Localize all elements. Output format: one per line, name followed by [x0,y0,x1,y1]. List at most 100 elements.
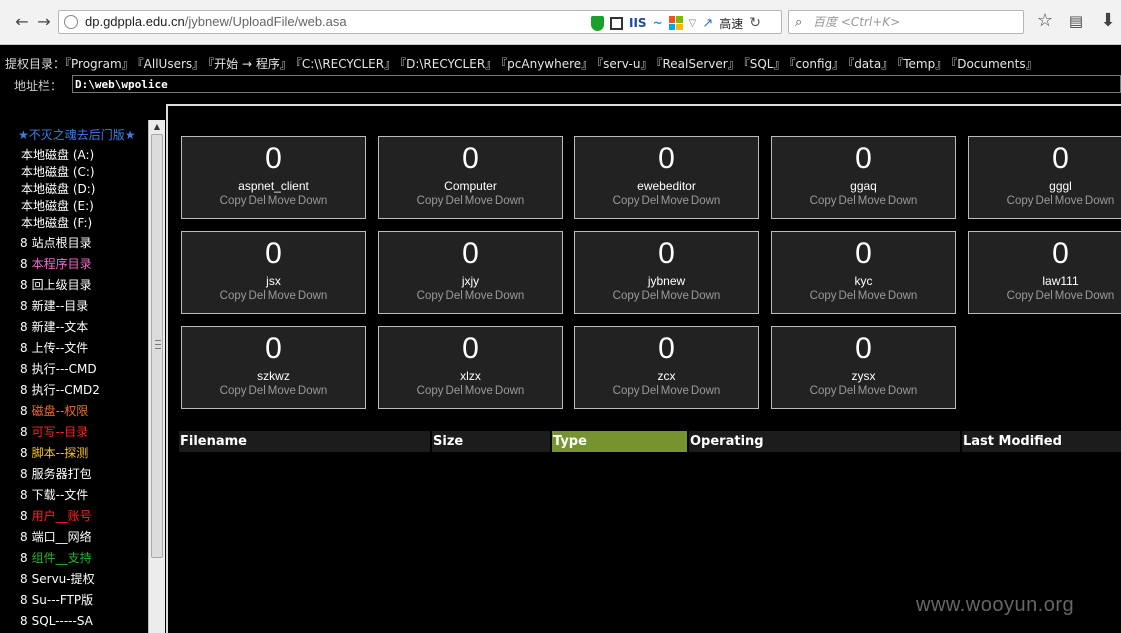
del-link[interactable]: Del [446,385,463,397]
down-link[interactable]: Down [1085,195,1114,207]
column-header-last-modified[interactable]: Last Modified [962,431,1121,452]
move-link[interactable]: Move [465,195,493,207]
down-link[interactable]: Down [298,195,327,207]
down-link[interactable]: Down [495,290,524,302]
sidebar-menu-item[interactable]: 8 执行---CMD [20,359,100,380]
del-link[interactable]: Del [839,385,856,397]
del-link[interactable]: Del [642,195,659,207]
down-link[interactable]: Down [888,385,917,397]
down-link[interactable]: Down [691,385,720,397]
move-link[interactable]: Move [465,385,493,397]
folder-card[interactable]: 0 szkwz Copy Del Move Down [181,326,366,409]
sidebar-menu-item[interactable]: 8 执行--CMD2 [20,380,100,401]
folder-card[interactable]: 0 jxjy Copy Del Move Down [378,231,563,314]
del-link[interactable]: Del [839,290,856,302]
sidebar-menu-item[interactable]: 8 Servu-提权 [20,569,100,590]
del-link[interactable]: Del [446,290,463,302]
search-box[interactable]: ⌕ [788,10,1024,34]
back-arrow-icon[interactable]: ← [14,12,30,32]
move-link[interactable]: Move [1055,195,1083,207]
sidebar-menu-item[interactable]: 8 上传--文件 [20,338,100,359]
move-link[interactable]: Move [268,385,296,397]
move-link[interactable]: Move [858,290,886,302]
del-link[interactable]: Del [249,195,266,207]
disk-item[interactable]: 本地磁盘 (C:) [21,164,95,181]
folder-name[interactable]: zysx [772,369,955,384]
shield-icon[interactable] [591,15,604,31]
folder-name[interactable]: gggl [969,179,1121,194]
copy-link[interactable]: Copy [220,290,247,302]
move-link[interactable]: Move [1055,290,1083,302]
column-header-size[interactable]: Size [432,431,550,452]
iis-icon[interactable]: IIS [629,16,647,30]
folder-card[interactable]: 0 law111 Copy Del Move Down [968,231,1121,314]
column-header-filename[interactable]: Filename [179,431,430,452]
privilege-link[interactable]: 『Program』 [65,57,134,71]
down-link[interactable]: Down [691,195,720,207]
folder-card[interactable]: 0 aspnet_client Copy Del Move Down [181,136,366,219]
down-link[interactable]: Down [495,195,524,207]
folder-card[interactable]: 0 jybnew Copy Del Move Down [574,231,759,314]
folder-name[interactable]: xlzx [379,369,562,384]
folder-name[interactable]: law111 [969,274,1121,289]
down-link[interactable]: Down [888,195,917,207]
del-link[interactable]: Del [249,290,266,302]
folder-name[interactable]: jsx [182,274,365,289]
folder-name[interactable]: kyc [772,274,955,289]
reading-list-icon[interactable]: ▤ [1066,11,1086,31]
move-link[interactable]: Move [858,385,886,397]
disk-item[interactable]: 本地磁盘 (E:) [21,198,95,215]
folder-card[interactable]: 0 Computer Copy Del Move Down [378,136,563,219]
folder-name[interactable]: jxjy [379,274,562,289]
address-input[interactable] [72,75,1121,93]
copy-link[interactable]: Copy [220,385,247,397]
sidebar-menu-item[interactable]: 8 可写--目录 [20,422,100,443]
copy-link[interactable]: Copy [613,385,640,397]
folder-name[interactable]: szkwz [182,369,365,384]
down-link[interactable]: Down [1085,290,1114,302]
del-link[interactable]: Del [642,290,659,302]
disk-item[interactable]: 本地磁盘 (A:) [21,147,95,164]
folder-card[interactable]: 0 zcx Copy Del Move Down [574,326,759,409]
copy-link[interactable]: Copy [417,385,444,397]
down-link[interactable]: Down [691,290,720,302]
sidebar-menu-item[interactable]: 8 组件__支持 [20,548,100,569]
copy-link[interactable]: Copy [417,195,444,207]
search-input[interactable] [813,13,1018,31]
del-link[interactable]: Del [642,385,659,397]
copy-link[interactable]: Copy [417,290,444,302]
folder-card[interactable]: 0 ewebeditor Copy Del Move Down [574,136,759,219]
sidebar-menu-item[interactable]: 8 用户__账号 [20,506,100,527]
folder-card[interactable]: 0 kyc Copy Del Move Down [771,231,956,314]
folder-name[interactable]: jybnew [575,274,758,289]
folder-name[interactable]: aspnet_client [182,179,365,194]
privilege-link[interactable]: 『SQL』 [744,57,786,71]
reload-icon[interactable]: ↻ [749,15,761,31]
dropdown-triangle-icon[interactable]: ▽ [689,18,697,29]
move-link[interactable]: Move [661,195,689,207]
privilege-link[interactable]: 『config』 [789,57,844,71]
qr-code-icon[interactable] [610,16,623,30]
privilege-link[interactable]: 『serv-u』 [597,57,652,71]
forward-arrow-icon[interactable]: → [36,12,52,32]
privilege-link[interactable]: 『Documents』 [951,57,1037,71]
privilege-link[interactable]: 『C:\\RECYCLER』 [296,57,396,71]
del-link[interactable]: Del [839,195,856,207]
folder-name[interactable]: zcx [575,369,758,384]
privilege-link[interactable]: 『开始 → 程序』 [208,57,292,71]
move-link[interactable]: Move [858,195,886,207]
sidebar-menu-item[interactable]: 8 服务器打包 [20,464,100,485]
sidebar-menu-item[interactable]: 8 回上级目录 [20,275,100,296]
move-link[interactable]: Move [465,290,493,302]
copy-link[interactable]: Copy [220,195,247,207]
copy-link[interactable]: Copy [1007,290,1034,302]
sidebar-menu-item[interactable]: 8 脚本--探测 [20,443,100,464]
del-link[interactable]: Del [1036,290,1053,302]
sidebar-menu-item[interactable]: 8 下载--文件 [20,485,100,506]
down-link[interactable]: Down [888,290,917,302]
copy-link[interactable]: Copy [810,385,837,397]
move-link[interactable]: Move [661,385,689,397]
move-link[interactable]: Move [661,290,689,302]
url-text[interactable]: dp.gdppla.edu.cn/jybnew/UploadFile/web.a… [85,14,347,29]
sidebar-menu-item[interactable]: 8 磁盘--权限 [20,401,100,422]
